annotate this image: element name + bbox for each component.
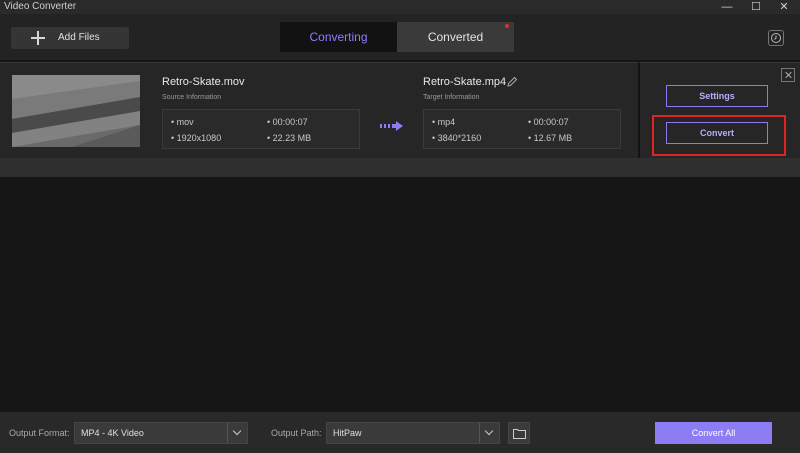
convert-arrow-icon <box>380 121 403 131</box>
settings-button[interactable]: Settings <box>666 85 768 107</box>
target-file-name: Retro-Skate.mp4 <box>423 76 507 88</box>
notification-dot <box>505 24 509 28</box>
target-info-label: Target Information <box>423 94 480 101</box>
bottom-bar: Output Format: MP4 - 4K Video Output Pat… <box>0 412 800 453</box>
source-format: • mov <box>171 117 194 127</box>
output-format-value: MP4 - 4K Video <box>81 428 144 438</box>
add-files-button[interactable]: Add Files <box>11 27 129 49</box>
clock-icon <box>771 33 781 43</box>
source-file-name: Retro-Skate.mov <box>162 76 245 88</box>
output-format-label: Output Format: <box>9 428 70 438</box>
plus-icon <box>31 31 45 45</box>
convert-highlight-box <box>652 115 786 156</box>
chevron-down-icon <box>479 423 499 443</box>
target-format: • mp4 <box>432 117 456 127</box>
chevron-down-icon <box>227 423 247 443</box>
tab-converted[interactable]: Converted <box>397 22 514 52</box>
edit-pencil-icon[interactable] <box>506 76 518 88</box>
output-path-label: Output Path: <box>271 428 322 438</box>
target-duration: • 00:00:07 <box>528 117 569 127</box>
convert-all-button[interactable]: Convert All <box>655 422 772 444</box>
list-separator <box>0 158 800 177</box>
output-format-select[interactable]: MP4 - 4K Video <box>74 422 248 444</box>
output-path-select[interactable]: HitPaw <box>326 422 500 444</box>
video-thumbnail[interactable] <box>12 75 140 147</box>
minimize-button[interactable]: — <box>717 0 737 14</box>
history-button[interactable] <box>768 30 784 46</box>
folder-icon <box>513 429 526 439</box>
target-info-box: • mp4 • 00:00:07 • 3840*2160 • 12.67 MB <box>423 109 621 149</box>
browse-folder-button[interactable] <box>508 422 530 444</box>
source-size: • 22.23 MB <box>267 133 312 143</box>
target-size: • 12.67 MB <box>528 133 573 143</box>
output-path-value: HitPaw <box>333 428 362 438</box>
source-resolution: • 1920x1080 <box>171 133 222 143</box>
source-info-label: Source Information <box>162 94 222 101</box>
add-files-label: Add Files <box>58 32 100 43</box>
title-bar: Video Converter — ☐ ✕ <box>0 0 800 14</box>
app-window: Video Converter — ☐ ✕ Add Files Converti… <box>0 0 800 453</box>
tab-converted-label: Converted <box>427 30 484 44</box>
source-duration: • 00:00:07 <box>267 117 308 127</box>
target-resolution: • 3840*2160 <box>432 133 482 143</box>
app-title: Video Converter <box>4 1 77 12</box>
file-item-row: Retro-Skate.mov Source Information • mov… <box>0 62 638 158</box>
thumbnail-image <box>12 75 140 147</box>
tab-converting[interactable]: Converting <box>280 22 397 52</box>
close-window-button[interactable]: ✕ <box>774 0 794 14</box>
remove-item-close-icon[interactable] <box>781 68 795 82</box>
source-info-box: • mov • 00:00:07 • 1920x1080 • 22.23 MB <box>162 109 360 149</box>
toolbar: Add Files Converting Converted <box>0 14 800 60</box>
maximize-button[interactable]: ☐ <box>746 0 766 14</box>
